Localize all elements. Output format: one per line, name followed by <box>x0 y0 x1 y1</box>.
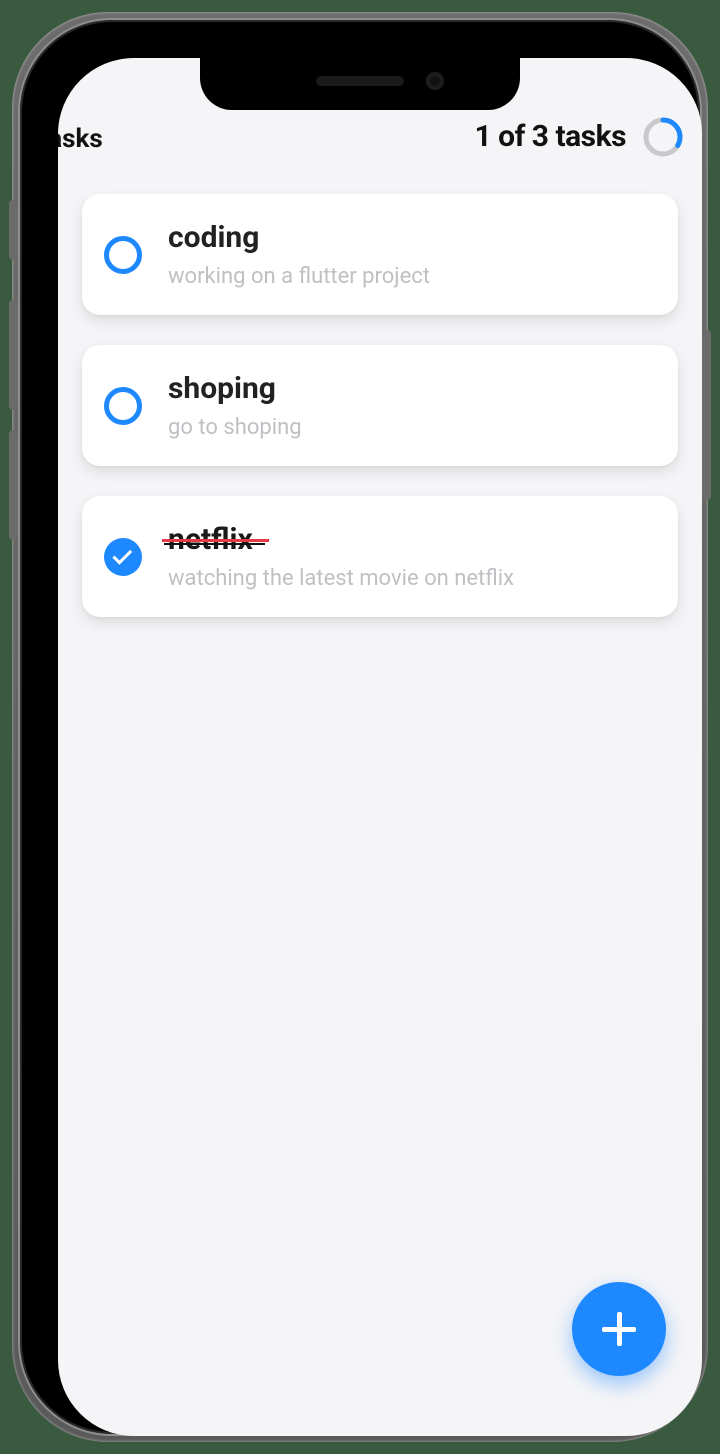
side-button-power <box>702 330 711 500</box>
task-row[interactable]: shoping go to shoping <box>82 345 678 466</box>
side-button-mute <box>9 200 18 260</box>
task-subtitle: go to shoping <box>168 415 654 440</box>
task-title: coding <box>168 220 259 256</box>
screen: Tasks 1 of 3 tasks coding working on a f… <box>58 58 702 1436</box>
task-row[interactable]: netflix watching the latest movie on net… <box>82 496 678 617</box>
strike-line-icon <box>162 539 269 542</box>
task-row[interactable]: coding working on a flutter project <box>82 194 678 315</box>
task-texts: netflix watching the latest movie on net… <box>168 522 654 591</box>
plus-icon <box>617 1312 622 1346</box>
task-list[interactable]: coding working on a flutter project shop… <box>82 194 678 617</box>
side-button-vol-down <box>9 430 18 540</box>
phone-frame: Tasks 1 of 3 tasks coding working on a f… <box>20 20 700 1434</box>
notch <box>200 56 520 110</box>
strike-line-icon <box>164 543 265 545</box>
side-button-vol-up <box>9 300 18 410</box>
check-icon <box>112 544 132 564</box>
task-texts: coding working on a flutter project <box>168 220 654 289</box>
task-texts: shoping go to shoping <box>168 371 654 440</box>
progress-ring-icon <box>642 116 684 158</box>
task-checkbox[interactable] <box>104 387 142 425</box>
task-checkbox[interactable] <box>104 236 142 274</box>
task-subtitle: working on a flutter project <box>168 264 654 289</box>
speaker-grill <box>316 76 404 86</box>
add-task-button[interactable] <box>572 1282 666 1376</box>
task-title: netflix <box>168 522 253 558</box>
task-subtitle: watching the latest movie on netflix <box>168 566 654 591</box>
front-camera <box>426 72 444 90</box>
task-checkbox-checked[interactable] <box>104 538 142 576</box>
page-title: Tasks <box>58 124 103 154</box>
task-count-label: 1 of 3 tasks <box>474 119 626 154</box>
task-title: shoping <box>168 371 276 407</box>
